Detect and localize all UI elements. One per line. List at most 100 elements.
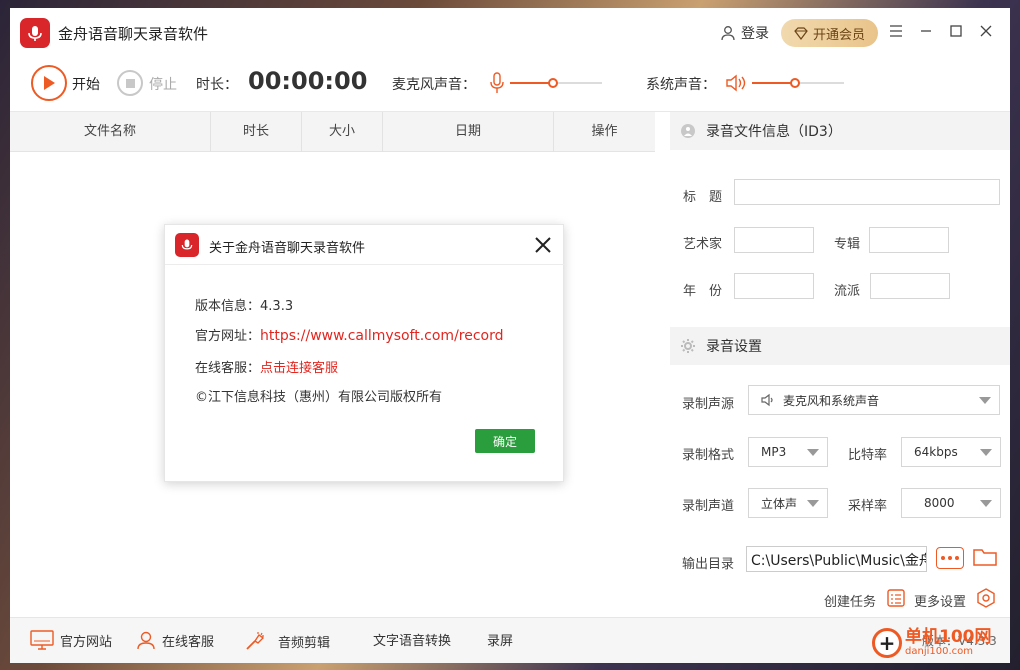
title-bar: 金舟语音聊天录音软件 登录 开通会员	[10, 8, 1010, 56]
version-info-row: 版本信息：4.3.3	[195, 295, 293, 314]
artist-field[interactable]	[734, 227, 814, 253]
online-service-button[interactable]: 在线客服	[136, 630, 214, 650]
version-info-value: 4.3.3	[260, 299, 294, 314]
watermark-text: 单机100网	[905, 627, 992, 647]
stop-label[interactable]: 停止	[149, 74, 177, 94]
channel-value: 立体声	[761, 496, 798, 511]
close-icon[interactable]	[976, 21, 996, 41]
minimize-icon[interactable]	[916, 21, 936, 41]
settings-panel: 录音文件信息（ID3） 标 题 艺术家 专辑 年 份 流派 录音设置 录制声源 …	[670, 112, 1010, 617]
samplerate-label: 采样率	[848, 499, 888, 514]
chevron-down-icon	[980, 500, 992, 507]
official-site-button[interactable]: 官方网站	[30, 630, 112, 650]
id3-section-header: 录音文件信息（ID3）	[670, 112, 1010, 150]
speaker-small-icon	[761, 393, 773, 407]
folder-icon[interactable]	[972, 546, 998, 572]
album-field[interactable]	[869, 227, 949, 253]
chevron-down-icon	[980, 449, 992, 456]
year-field[interactable]	[734, 273, 814, 299]
online-service-label: 在线客服	[162, 634, 215, 650]
genre-field-label: 流派	[834, 284, 861, 299]
samplerate-select[interactable]: 8000	[901, 488, 1001, 518]
recording-settings-header: 录音设置	[670, 327, 1010, 365]
artist-field-label: 艺术家	[683, 237, 723, 252]
system-volume-knob[interactable]	[790, 78, 801, 88]
menu-icon[interactable]	[886, 21, 906, 41]
stop-button[interactable]	[117, 70, 143, 96]
screen-record-label: 录屏	[487, 634, 514, 649]
play-icon	[44, 76, 55, 90]
ok-button[interactable]: 确定	[475, 429, 535, 453]
output-label: 输出目录	[682, 557, 735, 572]
chevron-down-icon	[807, 449, 819, 456]
vip-button[interactable]: 开通会员	[781, 19, 878, 47]
source-select[interactable]: 麦克风和系统声音	[748, 385, 1000, 415]
app-title: 金舟语音聊天录音软件	[58, 25, 209, 43]
chevron-down-icon	[979, 397, 991, 404]
close-icon[interactable]	[533, 235, 553, 255]
audio-edit-button[interactable]: 音频剪辑	[244, 630, 330, 652]
website-label: 官方网址：	[195, 329, 261, 344]
table-header: 文件名称 时长 大小 日期 操作	[10, 112, 655, 152]
timer-display: 00:00:00	[248, 67, 368, 95]
output-path-field[interactable]: C:\Users\Public\Music\金舟	[746, 546, 927, 572]
version-info-label: 版本信息：	[195, 299, 261, 314]
more-settings-label[interactable]: 更多设置	[914, 591, 966, 610]
login-button[interactable]: 登录	[720, 23, 769, 43]
year-field-label: 年 份	[683, 284, 723, 299]
screen-record-button[interactable]: 录屏	[487, 630, 513, 649]
about-dialog-title: 关于金舟语音聊天录音软件	[209, 241, 366, 256]
site-watermark: + 单机100网 danji100.com	[872, 628, 992, 658]
login-label: 登录	[741, 26, 769, 42]
start-label[interactable]: 开始	[72, 74, 100, 94]
title-field[interactable]	[734, 179, 1000, 205]
maximize-icon[interactable]	[946, 21, 966, 41]
about-dialog-header: 关于金舟语音聊天录音软件	[165, 225, 565, 265]
mic-volume-knob[interactable]	[548, 78, 559, 88]
copyright-text: ©江下信息科技（惠州）有限公司版权所有	[195, 390, 443, 405]
column-header-date: 日期	[383, 112, 554, 152]
channel-label: 录制声道	[682, 499, 735, 514]
service-label: 在线客服：	[195, 361, 261, 376]
bitrate-label: 比特率	[848, 448, 888, 463]
system-volume-label: 系统声音：	[646, 77, 716, 93]
column-header-filename: 文件名称	[10, 112, 211, 152]
panel-divider	[655, 112, 670, 617]
column-header-action: 操作	[591, 124, 618, 139]
stop-icon	[125, 78, 135, 88]
bitrate-select[interactable]: 64kbps	[901, 437, 1001, 467]
settings-hex-icon[interactable]	[976, 588, 996, 612]
format-value: MP3	[761, 445, 787, 459]
app-logo-icon	[20, 18, 50, 48]
diamond-icon	[794, 26, 808, 40]
mic-volume-slider[interactable]	[510, 78, 602, 88]
official-site-label: 官方网站	[60, 634, 113, 650]
website-row: 官方网址：https://www.callmysoft.com/record	[195, 325, 504, 344]
format-label: 录制格式	[682, 448, 735, 463]
info-icon	[681, 124, 695, 138]
bitrate-value: 64kbps	[914, 445, 958, 459]
support-agent-icon	[137, 631, 155, 650]
text-to-speech-button[interactable]: 文字语音转换	[373, 630, 451, 649]
audio-edit-icon	[246, 632, 265, 650]
about-dialog: 关于金舟语音聊天录音软件 版本信息：4.3.3 官方网址：https://www…	[164, 224, 565, 482]
speaker-icon[interactable]	[725, 70, 747, 96]
create-task-label[interactable]: 创建任务	[824, 591, 876, 610]
task-list-icon[interactable]	[886, 588, 906, 612]
start-button[interactable]	[31, 65, 67, 101]
more-options-button[interactable]	[936, 547, 964, 569]
format-select[interactable]: MP3	[748, 437, 828, 467]
system-volume-slider[interactable]	[752, 78, 844, 88]
website-link[interactable]: https://www.callmysoft.com/record	[260, 328, 504, 344]
vip-label: 开通会员	[812, 27, 865, 43]
service-link[interactable]: 点击连接客服	[260, 361, 338, 376]
audio-edit-label: 音频剪辑	[278, 635, 331, 651]
microphone-icon[interactable]	[486, 70, 508, 96]
album-field-label: 专辑	[834, 237, 861, 252]
app-logo-icon	[175, 233, 199, 257]
mic-volume-label: 麦克风声音：	[392, 77, 476, 93]
duration-label: 时长：	[196, 77, 238, 93]
system-volume-fill	[752, 82, 796, 84]
genre-field[interactable]	[870, 273, 950, 299]
channel-select[interactable]: 立体声	[748, 488, 828, 518]
